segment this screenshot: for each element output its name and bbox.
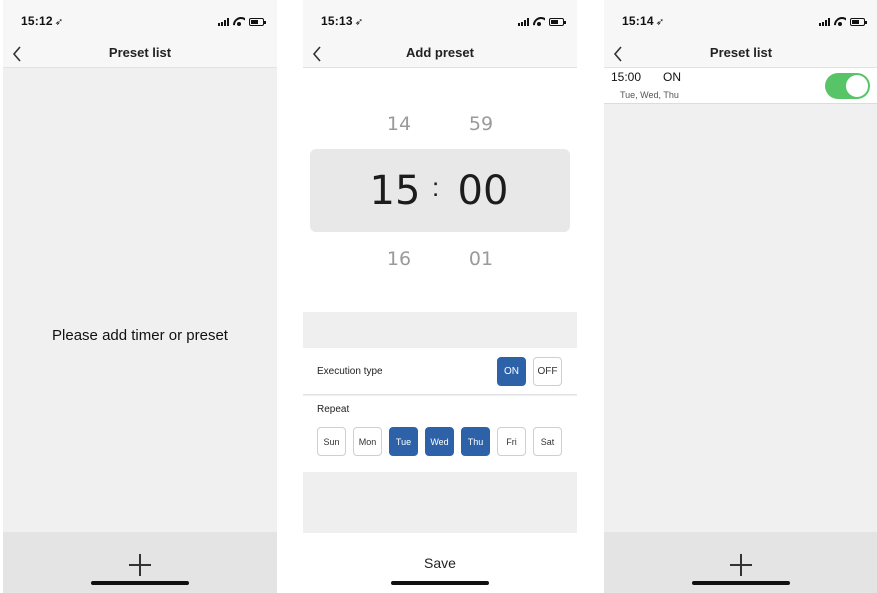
section-spacer — [303, 472, 577, 533]
repeat-label: Repeat — [317, 404, 350, 415]
signal-icon — [819, 18, 830, 26]
bottom-bar — [604, 532, 877, 593]
home-indicator — [692, 581, 790, 585]
preset-list-item[interactable]: 15:00 ON Tue, Wed, Thu — [604, 68, 877, 104]
execution-off-button[interactable]: OFF — [533, 357, 562, 386]
toggle-knob — [846, 75, 868, 97]
hour-prev[interactable]: 14 — [369, 113, 429, 135]
minute-prev[interactable]: 59 — [451, 113, 511, 135]
save-bar: Save — [303, 533, 577, 593]
plus-icon[interactable] — [127, 552, 153, 578]
wifi-icon — [834, 17, 846, 26]
empty-state-message: Please add timer or preset — [52, 327, 228, 344]
day-thu-button[interactable]: Thu — [461, 427, 490, 456]
day-tue-button[interactable]: Tue — [389, 427, 418, 456]
execution-on-button[interactable]: ON — [497, 357, 526, 386]
battery-icon — [549, 18, 566, 26]
preset-action: ON — [663, 70, 681, 84]
wifi-icon — [533, 17, 545, 26]
nav-bar: Add preset — [303, 40, 577, 68]
battery-icon — [850, 18, 867, 26]
day-wed-button[interactable]: Wed — [425, 427, 454, 456]
day-sun-button[interactable]: Sun — [317, 427, 346, 456]
status-icons — [218, 16, 266, 26]
status-arrow-icon: ➶ — [54, 17, 64, 28]
day-selector: Sun Mon Tue Wed Thu Fri Sat — [317, 427, 562, 456]
minute-selected[interactable]: 00 — [453, 168, 513, 214]
screen-preset-list-empty: 15:12 ➶ Preset list Please add timer or p… — [3, 0, 277, 593]
home-indicator — [391, 581, 489, 585]
preset-time: 15:00 — [611, 70, 642, 84]
status-time: 15:12 ➶ — [21, 14, 64, 28]
execution-type-row: Execution type ON OFF — [303, 348, 577, 395]
signal-icon — [518, 18, 529, 26]
status-time: 15:13 ➶ — [321, 14, 364, 28]
minute-next[interactable]: 01 — [451, 248, 511, 270]
status-arrow-icon: ➶ — [655, 17, 665, 28]
signal-icon — [218, 18, 229, 26]
day-fri-button[interactable]: Fri — [497, 427, 526, 456]
status-bar: 15:13 ➶ — [303, 0, 577, 40]
preset-days: Tue, Wed, Thu — [620, 90, 679, 100]
section-spacer — [303, 312, 577, 348]
time-picker[interactable]: 14 59 15 : 00 16 01 — [303, 68, 577, 312]
battery-icon — [249, 18, 266, 26]
hour-next[interactable]: 16 — [369, 248, 429, 270]
picker-selection-band — [310, 149, 570, 232]
status-arrow-icon: ➶ — [354, 17, 364, 28]
save-button[interactable]: Save — [303, 555, 577, 571]
page-title: Add preset — [406, 45, 474, 60]
status-bar: 15:14 ➶ — [604, 0, 877, 40]
nav-bar: Preset list — [604, 40, 877, 68]
repeat-row: Repeat Sun Mon Tue Wed Thu Fri Sat — [303, 396, 577, 472]
screen-preset-list: 15:14 ➶ Preset list 15:00 ON Tue, Wed, Th… — [604, 0, 877, 593]
page-title: Preset list — [108, 45, 172, 60]
day-sat-button[interactable]: Sat — [533, 427, 562, 456]
status-time: 15:14 ➶ — [622, 14, 665, 28]
status-icons — [518, 16, 566, 26]
nav-bar: Preset list — [3, 40, 277, 68]
day-mon-button[interactable]: Mon — [353, 427, 382, 456]
hour-selected[interactable]: 15 — [365, 168, 425, 214]
plus-icon[interactable] — [728, 552, 754, 578]
time-separator: : — [432, 172, 440, 202]
bottom-bar — [3, 532, 277, 593]
home-indicator — [91, 581, 189, 585]
execution-type-label: Execution type — [317, 366, 383, 377]
status-bar: 15:12 ➶ — [3, 0, 277, 40]
page-title: Preset list — [709, 45, 773, 60]
preset-enable-toggle[interactable] — [825, 73, 870, 99]
wifi-icon — [233, 17, 245, 26]
screen-add-preset: 15:13 ➶ Add preset 14 59 15 : 00 16 01 Ex… — [303, 0, 577, 593]
status-icons — [819, 16, 867, 26]
